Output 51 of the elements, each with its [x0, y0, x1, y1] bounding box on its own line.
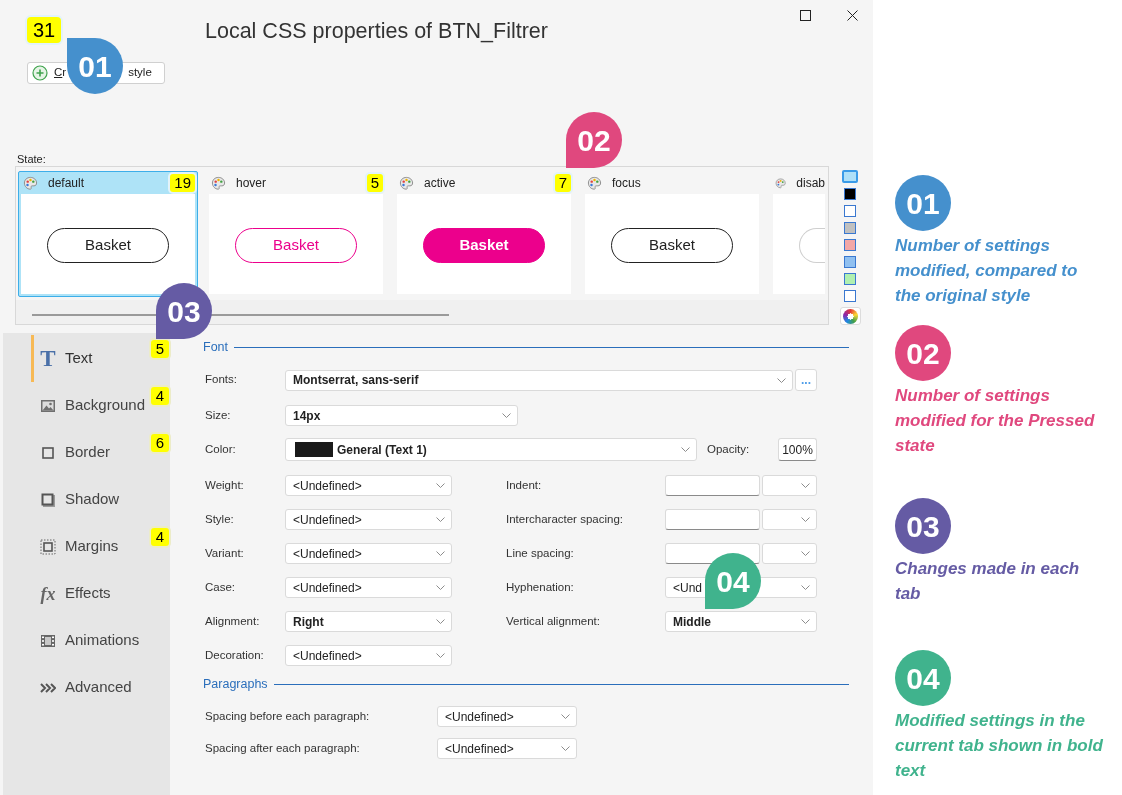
field-label: Spacing after each paragraph: [205, 740, 361, 756]
field-label: Intercharacter spacing: [506, 511, 624, 527]
field-label: Opacity: [707, 441, 751, 457]
preview-button: Basket [47, 227, 169, 263]
modified-count-badge: 31 [27, 17, 62, 43]
preview-button: Basket [611, 227, 733, 263]
field-label: Variant: [205, 545, 245, 561]
number-marker: 03 [895, 498, 951, 554]
fx-icon: fx [40, 584, 56, 603]
annotation-text: Modified settings in the current tab shown in bold text [895, 710, 1104, 782]
preview-button: Basket [423, 227, 545, 263]
change-count-badge: 4 [150, 387, 169, 405]
dialog-title: Local CSS properties of BTN_Filtrer [205, 18, 548, 45]
change-count-badge: 6 [150, 434, 169, 452]
annotation-text: Changes made in each tab [895, 558, 1081, 605]
field-label: Spacing before each paragraph: [205, 708, 371, 724]
field-label: Fonts: [205, 372, 238, 388]
annotation-text: Number of settings modified, compared to the original style [895, 235, 1079, 307]
change-count-badge: 5 [366, 174, 383, 192]
callout-tooltip: 02 [566, 112, 622, 168]
state-name: hover [236, 175, 267, 192]
field-label: Line spacing: [506, 545, 575, 561]
change-count-badge: 4 [150, 528, 169, 546]
section-title: Paragraphs [203, 675, 268, 693]
field-label: Style: [205, 511, 235, 527]
field-label: Size: [205, 407, 232, 423]
change-count-badge: 7 [554, 174, 571, 192]
state-name: disab [796, 175, 825, 192]
state-name: active [424, 175, 456, 192]
section-title: Font [203, 338, 228, 356]
state-name: default [48, 175, 85, 192]
number-marker: 04 [895, 650, 951, 706]
state-name: focus [612, 175, 641, 192]
callout-tooltip: 01 [67, 38, 123, 94]
field-label: Indent: [506, 477, 543, 493]
change-count-badge: 5 [150, 340, 169, 358]
field-label: Hyphenation: [506, 579, 575, 595]
field-label: Vertical alignment: [506, 613, 601, 629]
callout-tooltip: 04 [705, 553, 761, 609]
field-label: Alignment: [205, 613, 261, 629]
field-label: Case: [205, 579, 237, 595]
state-label: State: [17, 153, 46, 165]
letter-t-icon: T [40, 347, 56, 370]
field-label: Weight: [205, 477, 245, 493]
number-marker: 01 [895, 175, 951, 231]
change-count-badge: 19 [170, 174, 195, 192]
annotation-text: Number of settings modified for the Pressed state [895, 385, 1096, 457]
field-label: Color: [205, 441, 237, 457]
preview-button: Basket [235, 227, 357, 263]
field-label: Decoration: [205, 647, 265, 663]
number-marker: 02 [895, 325, 951, 381]
